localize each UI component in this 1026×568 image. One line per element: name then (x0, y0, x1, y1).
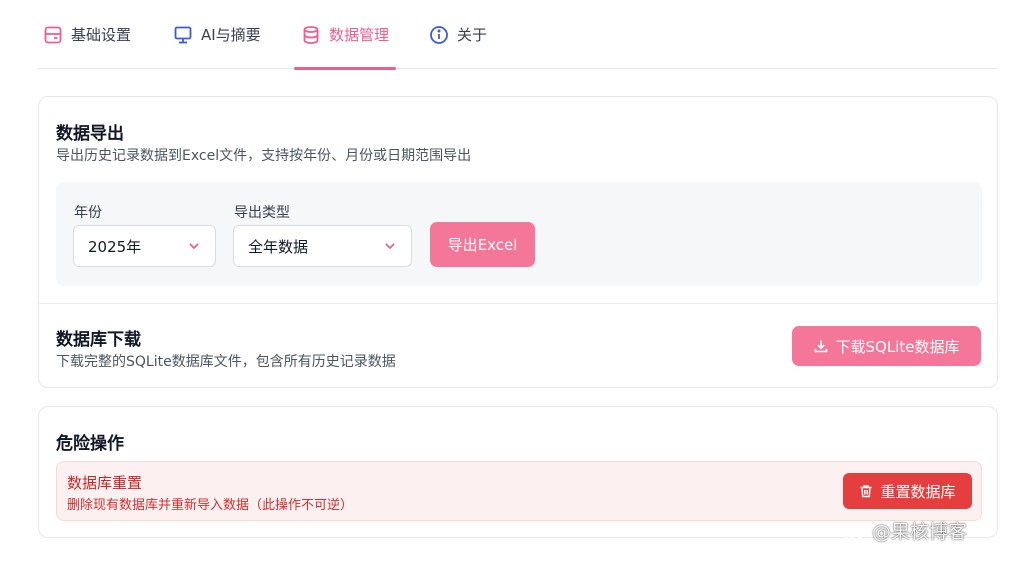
panel-icon (44, 26, 62, 43)
tab-label: 基础设置 (71, 26, 132, 44)
database-section-description: 下载完整的SQLite数据库文件，包含所有历史记录数据 (56, 354, 396, 370)
watermark: @果核博客 (842, 517, 967, 544)
section-divider (39, 303, 997, 304)
weibo-logo-icon (843, 521, 866, 541)
database-section-title: 数据库下载 (56, 330, 141, 350)
export-type-select-value: 全年数据 (248, 237, 309, 256)
reset-description: 删除现有数据库并重新导入数据（此操作不可逆） (67, 498, 354, 513)
tab-basic-settings[interactable]: 基础设置 (42, 0, 132, 69)
tab-data-management[interactable]: 数据管理 (293, 0, 397, 70)
year-select-value: 2025年 (88, 237, 142, 256)
export-card: 数据导出 导出历史记录数据到Excel文件，支持按年份、月份或日期范围导出 年份… (38, 96, 998, 388)
reset-database-panel: 数据库重置 删除现有数据库并重新导入数据（此操作不可逆） 重置数据库 (56, 461, 982, 521)
tab-ai-summary[interactable]: AI与摘要 (172, 0, 262, 69)
export-type-select[interactable]: 全年数据 (233, 225, 412, 267)
export-type-label: 导出类型 (234, 205, 290, 221)
reset-title: 数据库重置 (67, 474, 143, 492)
export-section-description: 导出历史记录数据到Excel文件，支持按年份、月份或日期范围导出 (56, 148, 472, 164)
download-icon (814, 340, 827, 353)
info-icon (430, 25, 448, 44)
monitor-icon (174, 26, 192, 43)
danger-section-title: 危险操作 (56, 434, 124, 454)
tab-about[interactable]: 关于 (428, 0, 488, 69)
download-sqlite-label: 下载SQLite数据库 (835, 337, 960, 356)
export-excel-button[interactable]: 导出Excel (430, 222, 535, 267)
download-sqlite-button[interactable]: 下载SQLite数据库 (792, 326, 981, 366)
chevron-down-icon (385, 243, 395, 250)
chevron-down-icon (189, 243, 199, 250)
watermark-text: @果核博客 (872, 521, 968, 543)
tab-label: 关于 (457, 26, 488, 44)
year-select[interactable]: 2025年 (73, 225, 216, 267)
tab-label: 数据管理 (329, 26, 390, 44)
export-section-title: 数据导出 (56, 124, 124, 144)
reset-database-label: 重置数据库 (880, 482, 956, 501)
database-icon (303, 25, 319, 44)
year-label: 年份 (74, 205, 102, 221)
reset-database-button[interactable]: 重置数据库 (843, 473, 972, 509)
tab-label: AI与摘要 (201, 26, 261, 44)
export-filter-panel: 年份 导出类型 2025年 全年数据 导出Excel (56, 182, 982, 286)
trash-icon (860, 485, 872, 498)
settings-tabs: 基础设置 AI与摘要 数据管理 关于 (38, 0, 998, 70)
